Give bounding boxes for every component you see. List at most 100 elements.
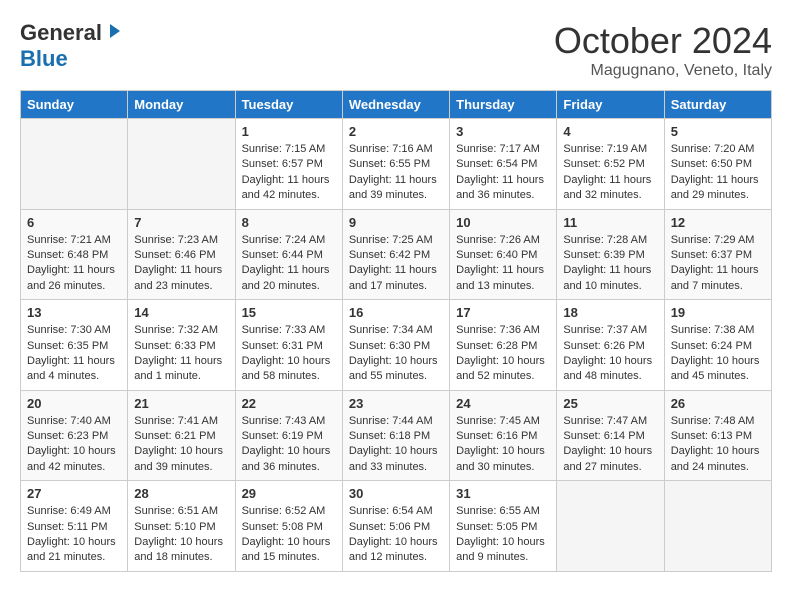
cell-details: Sunrise: 7:21 AMSunset: 6:48 PMDaylight:… [27,233,121,295]
day-number: 5 [671,124,765,139]
cell-details: Sunrise: 7:41 AMSunset: 6:21 PMDaylight:… [134,414,228,476]
day-number: 3 [456,124,550,139]
calendar-cell: 1 Sunrise: 7:15 AMSunset: 6:57 PMDaylight… [235,119,342,210]
day-number: 19 [671,305,765,320]
cell-details: Sunrise: 7:34 AMSunset: 6:30 PMDaylight:… [349,323,443,385]
calendar-cell: 24 Sunrise: 7:45 AMSunset: 6:16 PMDayligh… [450,390,557,481]
cell-details: Sunrise: 7:15 AMSunset: 6:57 PMDaylight:… [242,142,336,204]
cell-details: Sunrise: 7:37 AMSunset: 6:26 PMDaylight:… [563,323,657,385]
day-number: 23 [349,396,443,411]
calendar-cell: 8 Sunrise: 7:24 AMSunset: 6:44 PMDaylight… [235,209,342,300]
cell-details: Sunrise: 7:23 AMSunset: 6:46 PMDaylight:… [134,233,228,295]
calendar-cell [128,119,235,210]
cell-details: Sunrise: 7:20 AMSunset: 6:50 PMDaylight:… [671,142,765,204]
day-number: 9 [349,215,443,230]
cell-details: Sunrise: 7:48 AMSunset: 6:13 PMDaylight:… [671,414,765,476]
day-number: 27 [27,486,121,501]
calendar-cell: 29 Sunrise: 6:52 AMSunset: 5:08 PMDayligh… [235,481,342,572]
day-header-wednesday: Wednesday [342,91,449,119]
calendar-cell: 27 Sunrise: 6:49 AMSunset: 5:11 PMDayligh… [21,481,128,572]
day-header-thursday: Thursday [450,91,557,119]
week-row-1: 1 Sunrise: 7:15 AMSunset: 6:57 PMDaylight… [21,119,772,210]
day-header-saturday: Saturday [664,91,771,119]
calendar-cell: 18 Sunrise: 7:37 AMSunset: 6:26 PMDayligh… [557,300,664,391]
week-row-5: 27 Sunrise: 6:49 AMSunset: 5:11 PMDayligh… [21,481,772,572]
cell-details: Sunrise: 7:44 AMSunset: 6:18 PMDaylight:… [349,414,443,476]
cell-details: Sunrise: 6:55 AMSunset: 5:05 PMDaylight:… [456,504,550,566]
title-area: October 2024 Magugnano, Veneto, Italy [554,20,772,80]
day-number: 25 [563,396,657,411]
cell-details: Sunrise: 6:51 AMSunset: 5:10 PMDaylight:… [134,504,228,566]
calendar-cell: 6 Sunrise: 7:21 AMSunset: 6:48 PMDaylight… [21,209,128,300]
cell-details: Sunrise: 7:38 AMSunset: 6:24 PMDaylight:… [671,323,765,385]
day-number: 15 [242,305,336,320]
calendar-cell: 11Sunrise: 7:28 AMSunset: 6:39 PMDayligh… [557,209,664,300]
calendar-cell: 22 Sunrise: 7:43 AMSunset: 6:19 PMDayligh… [235,390,342,481]
calendar-cell: 2 Sunrise: 7:16 AMSunset: 6:55 PMDaylight… [342,119,449,210]
cell-details: Sunrise: 7:19 AMSunset: 6:52 PMDaylight:… [563,142,657,204]
day-number: 29 [242,486,336,501]
day-number: 16 [349,305,443,320]
calendar-cell: 7 Sunrise: 7:23 AMSunset: 6:46 PMDaylight… [128,209,235,300]
calendar-cell: 25Sunrise: 7:47 AMSunset: 6:14 PMDayligh… [557,390,664,481]
cell-details: Sunrise: 6:54 AMSunset: 5:06 PMDaylight:… [349,504,443,566]
cell-details: Sunrise: 6:52 AMSunset: 5:08 PMDaylight:… [242,504,336,566]
day-number: 2 [349,124,443,139]
calendar-cell: 23 Sunrise: 7:44 AMSunset: 6:18 PMDayligh… [342,390,449,481]
day-number: 1 [242,124,336,139]
day-number: 8 [242,215,336,230]
cell-details: Sunrise: 7:28 AMSunset: 6:39 PMDaylight:… [563,233,657,295]
day-number: 10 [456,215,550,230]
day-number: 21 [134,396,228,411]
day-number: 6 [27,215,121,230]
day-number: 26 [671,396,765,411]
cell-details: Sunrise: 7:29 AMSunset: 6:37 PMDaylight:… [671,233,765,295]
cell-details: Sunrise: 7:40 AMSunset: 6:23 PMDaylight:… [27,414,121,476]
header-row: SundayMondayTuesdayWednesdayThursdayFrid… [21,91,772,119]
calendar-table: SundayMondayTuesdayWednesdayThursdayFrid… [20,90,772,572]
location-title: Magugnano, Veneto, Italy [554,62,772,80]
week-row-3: 13Sunrise: 7:30 AMSunset: 6:35 PMDayligh… [21,300,772,391]
cell-details: Sunrise: 7:33 AMSunset: 6:31 PMDaylight:… [242,323,336,385]
calendar-cell: 31 Sunrise: 6:55 AMSunset: 5:05 PMDayligh… [450,481,557,572]
calendar-cell: 21 Sunrise: 7:41 AMSunset: 6:21 PMDayligh… [128,390,235,481]
day-number: 18 [563,305,657,320]
logo: General Blue [20,20,122,72]
calendar-cell: 30 Sunrise: 6:54 AMSunset: 5:06 PMDayligh… [342,481,449,572]
calendar-cell: 14 Sunrise: 7:32 AMSunset: 6:33 PMDayligh… [128,300,235,391]
day-header-sunday: Sunday [21,91,128,119]
calendar-cell: 5 Sunrise: 7:20 AMSunset: 6:50 PMDaylight… [664,119,771,210]
calendar-cell: 20 Sunrise: 7:40 AMSunset: 6:23 PMDayligh… [21,390,128,481]
cell-details: Sunrise: 7:30 AMSunset: 6:35 PMDaylight:… [27,323,121,385]
cell-details: Sunrise: 7:26 AMSunset: 6:40 PMDaylight:… [456,233,550,295]
day-number: 14 [134,305,228,320]
calendar-cell: 12Sunrise: 7:29 AMSunset: 6:37 PMDayligh… [664,209,771,300]
cell-details: Sunrise: 7:25 AMSunset: 6:42 PMDaylight:… [349,233,443,295]
day-number: 17 [456,305,550,320]
calendar-cell: 15 Sunrise: 7:33 AMSunset: 6:31 PMDayligh… [235,300,342,391]
logo-icon [104,22,122,40]
cell-details: Sunrise: 7:36 AMSunset: 6:28 PMDaylight:… [456,323,550,385]
cell-details: Sunrise: 7:24 AMSunset: 6:44 PMDaylight:… [242,233,336,295]
cell-details: Sunrise: 7:16 AMSunset: 6:55 PMDaylight:… [349,142,443,204]
day-number: 22 [242,396,336,411]
cell-details: Sunrise: 7:32 AMSunset: 6:33 PMDaylight:… [134,323,228,385]
day-header-tuesday: Tuesday [235,91,342,119]
day-header-friday: Friday [557,91,664,119]
calendar-cell: 10 Sunrise: 7:26 AMSunset: 6:40 PMDayligh… [450,209,557,300]
cell-details: Sunrise: 7:43 AMSunset: 6:19 PMDaylight:… [242,414,336,476]
cell-details: Sunrise: 7:45 AMSunset: 6:16 PMDaylight:… [456,414,550,476]
calendar-cell [664,481,771,572]
calendar-cell: 4 Sunrise: 7:19 AMSunset: 6:52 PMDaylight… [557,119,664,210]
day-number: 7 [134,215,228,230]
day-number: 31 [456,486,550,501]
day-number: 24 [456,396,550,411]
calendar-cell: 16 Sunrise: 7:34 AMSunset: 6:30 PMDayligh… [342,300,449,391]
calendar-cell [557,481,664,572]
day-number: 30 [349,486,443,501]
cell-details: Sunrise: 6:49 AMSunset: 5:11 PMDaylight:… [27,504,121,566]
calendar-cell [21,119,128,210]
day-number: 20 [27,396,121,411]
day-number: 4 [563,124,657,139]
calendar-cell: 19 Sunrise: 7:38 AMSunset: 6:24 PMDayligh… [664,300,771,391]
